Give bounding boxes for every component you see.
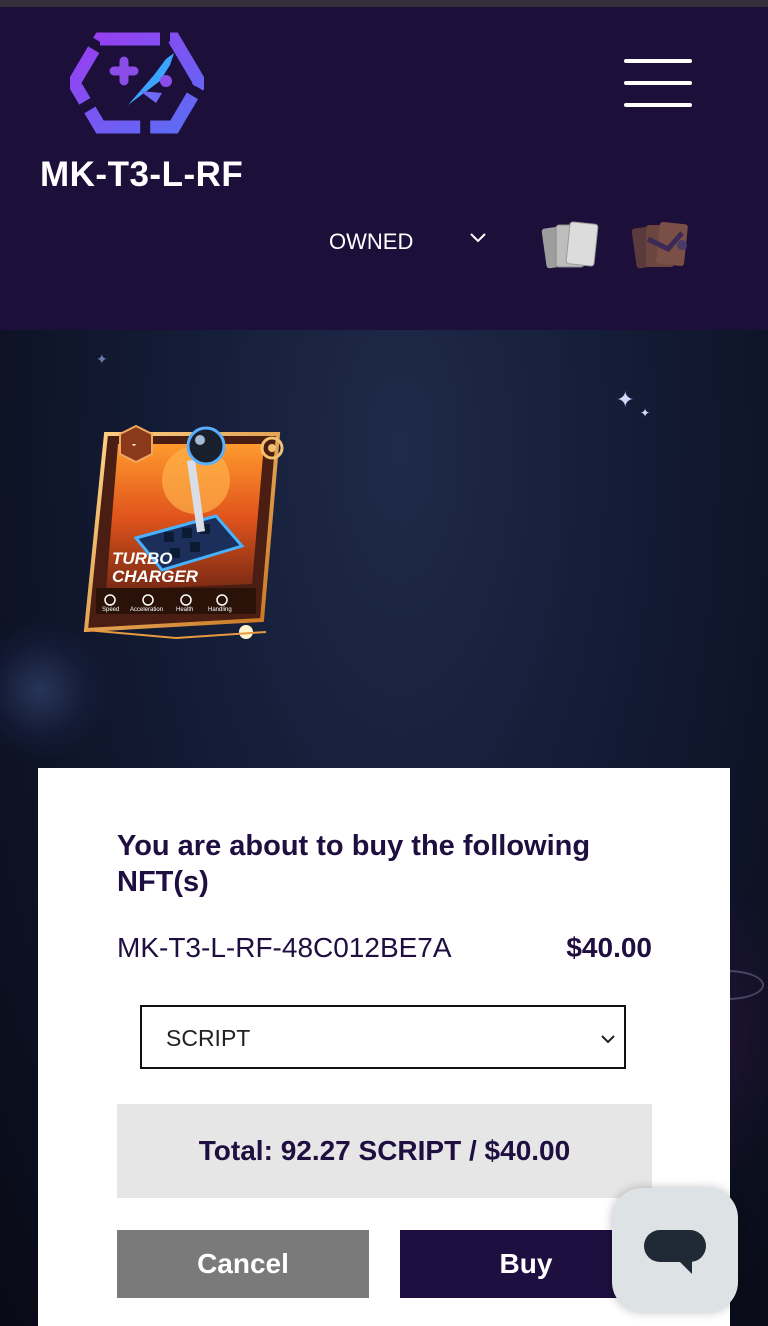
payment-currency-select[interactable]: SCRIPT	[140, 1005, 626, 1069]
rocket-gamepad-logo[interactable]	[66, 31, 208, 135]
packs-view-icon[interactable]	[628, 219, 694, 273]
card-stat-acceleration: Acceleration	[130, 607, 163, 613]
star-decoration: ✦	[96, 352, 108, 368]
ownership-filter-dropdown[interactable]: OWNED	[329, 223, 499, 263]
chat-bubble-icon	[644, 1230, 706, 1274]
star-decoration: ✦	[616, 388, 635, 413]
cards-view-icon[interactable]	[540, 219, 602, 273]
nft-item-price: $40.00	[566, 932, 652, 963]
card-stat-handling: Handling	[208, 607, 232, 613]
chat-support-button[interactable]	[612, 1188, 738, 1312]
chevron-down-icon	[470, 233, 486, 243]
currency-selected-value: SCRIPT	[166, 1025, 251, 1051]
app-header: MK-T3-L-RF OWNED	[0, 7, 768, 330]
order-total: Total: 92.27 SCRIPT / $40.00	[117, 1104, 652, 1198]
card-title-line1: TURBO	[112, 549, 172, 568]
card-stat-health: Health	[176, 607, 193, 613]
cancel-button[interactable]: Cancel	[117, 1230, 369, 1298]
nft-card-turbo-charger[interactable]: TURBO CHARGER Speed Acceleration Health …	[66, 420, 290, 648]
dialog-heading: You are about to buy the following NFT(s…	[117, 830, 591, 898]
chevron-down-icon	[601, 1035, 615, 1044]
filter-selected-label: OWNED	[329, 229, 414, 254]
card-rarity-badge: -	[132, 437, 136, 451]
card-title-line2: CHARGER	[112, 567, 199, 586]
page-title: MK-T3-L-RF	[40, 155, 244, 194]
hamburger-menu-icon[interactable]	[624, 59, 694, 111]
status-bar	[0, 0, 768, 7]
star-decoration: ✦	[640, 406, 651, 420]
card-stat-speed: Speed	[102, 607, 119, 613]
nft-item-id: MK-T3-L-RF-48C012BE7A	[117, 932, 452, 963]
